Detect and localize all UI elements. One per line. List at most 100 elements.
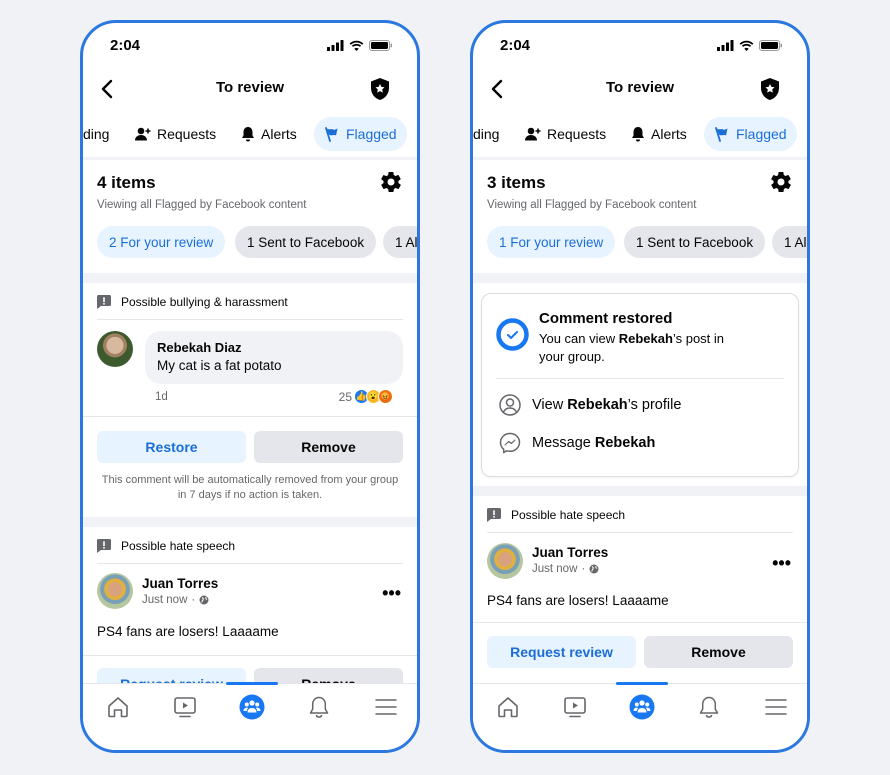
card-title: Comment restored xyxy=(539,310,673,327)
avatar-rebekah[interactable] xyxy=(97,331,133,367)
post-author[interactable]: Juan Torres xyxy=(532,545,608,560)
tab-alerts[interactable]: Alerts xyxy=(231,117,307,151)
message-link[interactable]: Message Rebekah xyxy=(499,432,655,454)
flag-reason: Possible hate speech xyxy=(97,539,235,553)
status-icons xyxy=(327,40,393,51)
flag-reason: Possible hate speech xyxy=(487,508,625,522)
tab-label: Requests xyxy=(547,126,607,142)
shield-star-icon xyxy=(761,78,779,100)
nav-watch[interactable] xyxy=(560,692,590,722)
avatar-juan[interactable] xyxy=(97,573,133,609)
status-bar: 2:04 xyxy=(83,23,417,67)
active-tab-indicator xyxy=(226,682,278,685)
flag-icon xyxy=(715,126,728,142)
post-text: PS4 fans are losers! Laaaame xyxy=(487,593,669,608)
tab-requests[interactable]: Requests xyxy=(515,117,616,151)
signal-icon xyxy=(327,40,344,51)
tab-label: Requests xyxy=(157,126,217,142)
tab-pending[interactable]: ding xyxy=(83,117,119,151)
label-text: View xyxy=(532,397,568,413)
chip-alerts[interactable]: 1 Ale xyxy=(383,226,417,258)
chip-for-your-review[interactable]: 2 For your review xyxy=(97,226,226,258)
tab-requests[interactable]: Requests xyxy=(125,117,226,151)
report-icon xyxy=(97,539,111,553)
bottom-nav xyxy=(83,682,417,750)
tab-pending[interactable]: ding xyxy=(473,117,509,151)
section-divider xyxy=(473,273,807,283)
flag-icon xyxy=(325,126,338,142)
more-options-button[interactable]: ••• xyxy=(772,554,791,572)
tab-flagged[interactable]: Flagged xyxy=(704,117,797,151)
filter-chips: 2 For your review 1 Sent to Facebook 1 A… xyxy=(97,226,417,258)
tab-label: Alerts xyxy=(261,126,297,142)
chip-for-your-review[interactable]: 1 For your review xyxy=(487,226,616,258)
avatar-juan[interactable] xyxy=(487,543,523,579)
review-tabs: ding Requests Alerts Flagged xyxy=(473,117,807,153)
battery-icon xyxy=(369,40,392,51)
admin-shield-button[interactable] xyxy=(757,76,783,102)
nav-home[interactable] xyxy=(103,692,133,722)
label-text: Message xyxy=(532,435,595,451)
nav-home[interactable] xyxy=(493,692,523,722)
hamburger-menu-icon xyxy=(765,699,787,715)
restore-button[interactable]: Restore xyxy=(97,431,246,463)
divider xyxy=(83,416,417,417)
phone-screen-before: 2:04 To review ding Requests Alerts Flag… xyxy=(80,20,420,753)
shield-star-icon xyxy=(371,78,389,100)
section-divider xyxy=(83,273,417,283)
post-text: PS4 fans are losers! Laaaame xyxy=(97,624,279,639)
tab-label: Flagged xyxy=(346,126,397,142)
post-meta: Just now · xyxy=(532,563,599,575)
groups-icon xyxy=(239,694,265,720)
flag-reason-text: Possible hate speech xyxy=(121,539,236,553)
nav-groups[interactable] xyxy=(627,692,657,722)
divider xyxy=(83,655,417,656)
admin-shield-button[interactable] xyxy=(367,76,393,102)
request-review-button[interactable]: Request review xyxy=(487,636,636,668)
tab-flagged[interactable]: Flagged xyxy=(314,117,407,151)
chip-alerts[interactable]: 1 Ale xyxy=(772,226,807,258)
gear-icon[interactable] xyxy=(769,170,793,194)
card-body-name: Rebekah xyxy=(618,331,673,346)
remove-button[interactable]: Remove xyxy=(644,636,793,668)
divider xyxy=(97,319,403,320)
gear-icon[interactable] xyxy=(379,170,403,194)
chip-sent-to-facebook[interactable]: 1 Sent to Facebook xyxy=(235,226,377,258)
items-subtitle: Viewing all Flagged by Facebook content xyxy=(487,199,697,211)
auto-remove-note: This comment will be automatically remov… xyxy=(101,474,399,501)
bell-icon xyxy=(242,127,254,142)
nav-menu[interactable] xyxy=(761,692,791,722)
separator: · xyxy=(191,594,196,606)
flag-reason: Possible bullying & harassment xyxy=(97,295,288,309)
divider xyxy=(496,378,784,379)
flag-reason-text: Possible bullying & harassment xyxy=(121,295,288,309)
view-profile-link[interactable]: View Rebekah’s profile xyxy=(499,394,681,416)
tab-label: ding xyxy=(473,126,500,142)
nav-notifications[interactable] xyxy=(694,692,724,722)
nav-notifications[interactable] xyxy=(304,692,334,722)
status-time: 2:04 xyxy=(500,37,531,54)
card-body: You can view Rebekah’s post in your grou… xyxy=(539,330,739,366)
items-count: 4 items xyxy=(97,173,156,192)
phone-screen-after: 2:04 To review ding Requests Alerts Flag… xyxy=(470,20,810,753)
chip-sent-to-facebook[interactable]: 1 Sent to Facebook xyxy=(624,226,766,258)
globe-icon xyxy=(199,595,209,605)
review-actions: Request review Remove xyxy=(487,636,793,668)
post-author[interactable]: Juan Torres xyxy=(142,576,218,591)
divider xyxy=(487,532,793,533)
nav-watch[interactable] xyxy=(170,692,200,722)
section-divider xyxy=(473,486,807,496)
remove-button[interactable]: Remove xyxy=(254,431,403,463)
items-subtitle: Viewing all Flagged by Facebook content xyxy=(97,199,307,211)
tab-alerts[interactable]: Alerts xyxy=(621,117,697,151)
bell-icon xyxy=(699,696,719,718)
nav-menu[interactable] xyxy=(371,692,401,722)
nav-header: To review xyxy=(83,71,417,107)
separator: · xyxy=(581,563,586,575)
comment-author[interactable]: Rebekah Diaz xyxy=(157,340,391,355)
report-icon xyxy=(487,508,501,522)
reactions[interactable]: 25 👍 😮 😡 xyxy=(339,389,393,404)
post-time: Just now xyxy=(142,594,188,606)
more-options-button[interactable]: ••• xyxy=(382,584,401,602)
nav-groups[interactable] xyxy=(237,692,267,722)
